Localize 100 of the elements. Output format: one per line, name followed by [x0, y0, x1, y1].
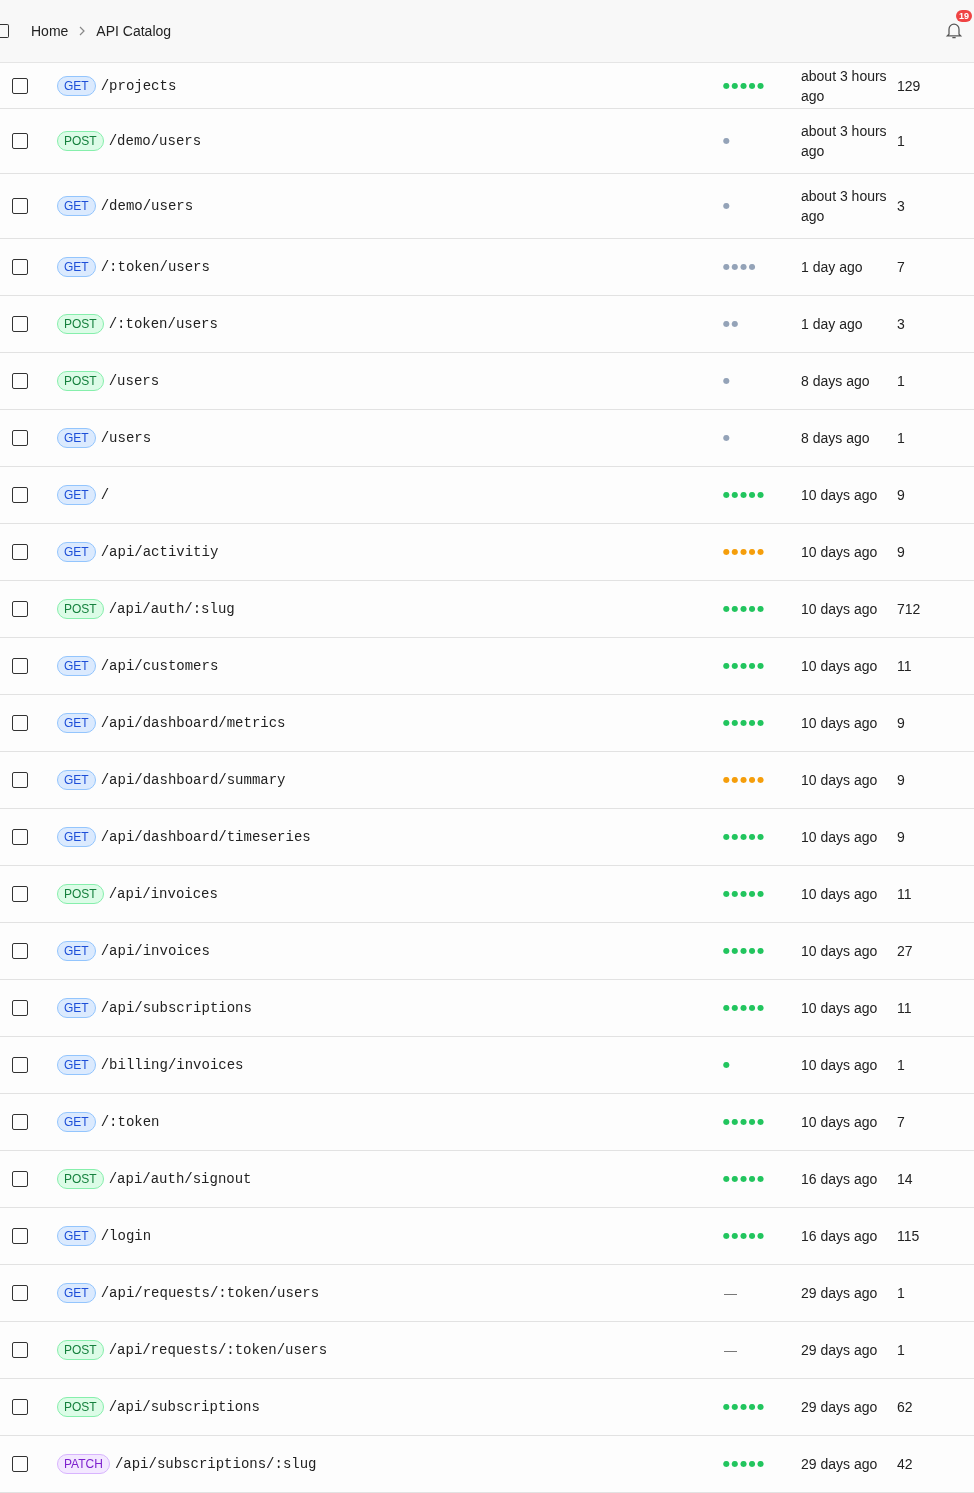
endpoint-path[interactable]: /api/requests/:token/users: [100, 1285, 320, 1301]
endpoint-path[interactable]: /api/requests/:token/users: [108, 1342, 328, 1358]
row-checkbox[interactable]: [12, 1228, 28, 1244]
row-checkbox[interactable]: [12, 772, 28, 788]
activity-dots: ●●●●●: [723, 833, 766, 841]
request-count: 1: [896, 133, 906, 149]
last-seen-time: 10 days ago: [800, 486, 879, 505]
row-checkbox[interactable]: [12, 886, 28, 902]
row-checkbox[interactable]: [12, 943, 28, 959]
row-checkbox[interactable]: [12, 658, 28, 674]
last-seen-time: 16 days ago: [800, 1170, 879, 1189]
activity-dots: ●●●●●: [723, 491, 766, 499]
endpoint-path[interactable]: /users: [108, 373, 160, 389]
row-checkbox[interactable]: [12, 1285, 28, 1301]
endpoint-path[interactable]: /api/dashboard/summary: [100, 772, 286, 788]
last-seen-time: 10 days ago: [800, 999, 879, 1018]
request-count: 7: [896, 1114, 906, 1130]
last-seen-time: 8 days ago: [800, 372, 871, 391]
no-activity-dash: —: [723, 1285, 738, 1301]
row-checkbox[interactable]: [12, 1000, 28, 1016]
checkbox-icon: [0, 24, 9, 38]
method-tag: POST: [57, 131, 104, 151]
activity-dots: ●●●●●: [723, 605, 766, 613]
row-checkbox[interactable]: [12, 259, 28, 275]
breadcrumb-link[interactable]: Home: [31, 23, 69, 39]
method-tag: GET: [57, 196, 96, 216]
endpoint-path[interactable]: /api/dashboard/timeseries: [100, 829, 311, 845]
endpoint-path[interactable]: /api/invoices: [108, 886, 218, 902]
method-tag: PATCH: [57, 1454, 110, 1474]
row-checkbox[interactable]: [12, 487, 28, 503]
no-activity-dash: —: [723, 1342, 738, 1358]
endpoint-path[interactable]: /billing/invoices: [100, 1057, 244, 1073]
method-tag: POST: [57, 884, 104, 904]
endpoint-path[interactable]: /api/auth/:slug: [108, 601, 235, 617]
endpoint-path[interactable]: /demo/users: [108, 133, 202, 149]
activity-dots: ●●●●: [723, 263, 758, 271]
endpoint-path[interactable]: /login: [100, 1228, 152, 1244]
endpoint-path[interactable]: /:token: [100, 1114, 160, 1130]
last-seen-time: 10 days ago: [800, 1056, 879, 1075]
activity-dots: ●●●●●: [723, 776, 766, 784]
row-checkbox[interactable]: [12, 1114, 28, 1130]
row-checkbox[interactable]: [12, 316, 28, 332]
row-checkbox[interactable]: [12, 133, 28, 149]
endpoint-path[interactable]: /api/auth/signout: [108, 1171, 252, 1187]
endpoint-path[interactable]: /:token/users: [100, 259, 210, 275]
endpoint-path[interactable]: /users: [100, 430, 152, 446]
endpoint-path[interactable]: /demo/users: [100, 198, 194, 214]
row-checkbox[interactable]: [12, 1399, 28, 1415]
endpoint-path[interactable]: /projects: [100, 77, 177, 94]
row-checkbox[interactable]: [12, 601, 28, 617]
endpoint-path[interactable]: /api/invoices: [100, 943, 210, 959]
row-checkbox[interactable]: [12, 715, 28, 731]
endpoint-path[interactable]: /api/subscriptions/:slug: [114, 1456, 317, 1472]
last-seen-time: 1 day ago: [800, 315, 864, 334]
request-count: 129: [896, 77, 922, 94]
last-seen-time: 16 days ago: [800, 1227, 879, 1246]
last-seen-time: 29 days ago: [800, 1284, 879, 1303]
row-checkbox[interactable]: [12, 430, 28, 446]
row-checkbox[interactable]: [12, 77, 28, 94]
activity-dots: ●: [723, 434, 732, 442]
request-count: 14: [896, 1171, 914, 1187]
method-tag: GET: [57, 1112, 96, 1132]
row-checkbox[interactable]: [12, 1057, 28, 1073]
request-count: 62: [896, 1399, 914, 1415]
request-count: 11: [896, 886, 913, 902]
request-count: 9: [896, 772, 906, 788]
endpoint-path[interactable]: /:token/users: [108, 316, 218, 332]
row-checkbox[interactable]: [12, 1171, 28, 1187]
last-seen-time: 10 days ago: [800, 885, 879, 904]
row-checkbox[interactable]: [12, 1456, 28, 1472]
endpoint-path[interactable]: /api/dashboard/metrics: [100, 715, 286, 731]
row-checkbox[interactable]: [12, 1342, 28, 1358]
request-count: 9: [896, 715, 906, 731]
request-count: 712: [896, 601, 922, 617]
last-seen-time: 10 days ago: [800, 657, 879, 676]
activity-dots: ●●●●●: [723, 1460, 766, 1468]
endpoint-path[interactable]: /api/subscriptions: [108, 1399, 260, 1415]
last-seen-time: 10 days ago: [800, 714, 879, 733]
activity-dots: ●●●●●: [723, 1118, 766, 1126]
row-checkbox[interactable]: [12, 373, 28, 389]
method-tag: GET: [57, 1055, 96, 1075]
endpoint-path[interactable]: /api/subscriptions: [100, 1000, 252, 1016]
last-seen-time: 29 days ago: [800, 1455, 879, 1474]
row-checkbox[interactable]: [12, 829, 28, 845]
request-count: 115: [896, 1228, 921, 1244]
endpoint-path[interactable]: /api/customers: [100, 658, 219, 674]
request-count: 1: [896, 373, 906, 389]
method-tag: GET: [57, 257, 96, 277]
method-tag: GET: [57, 1226, 96, 1246]
row-checkbox[interactable]: [12, 544, 28, 560]
endpoint-path[interactable]: /: [100, 487, 110, 503]
activity-dots: ●●●●●: [723, 947, 766, 955]
endpoint-path[interactable]: /api/activitiy: [100, 544, 219, 560]
method-tag: POST: [57, 1169, 104, 1189]
request-count: 1: [896, 1342, 906, 1358]
breadcrumb-link[interactable]: API Catalog: [96, 23, 172, 39]
activity-dots: ●: [723, 137, 732, 145]
last-seen-time: 29 days ago: [800, 1398, 879, 1417]
row-checkbox[interactable]: [12, 198, 28, 214]
method-tag: GET: [57, 770, 96, 790]
